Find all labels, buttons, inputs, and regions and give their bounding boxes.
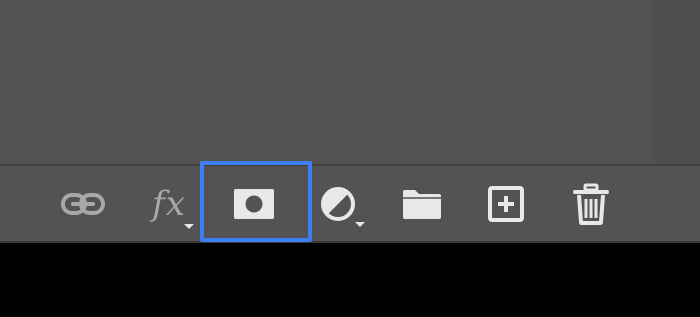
adjustment-menu-indicator — [355, 222, 365, 227]
delete-layer-button[interactable] — [563, 176, 619, 232]
fx-icon: fx — [152, 184, 186, 224]
trash-icon — [572, 183, 610, 225]
new-layer-button[interactable] — [478, 176, 534, 232]
layer-style-menu-indicator — [184, 224, 194, 229]
new-group-button[interactable] — [394, 176, 450, 232]
half-circle-icon — [320, 186, 356, 222]
link-icon — [59, 189, 107, 219]
layers-panel: fx — [0, 0, 700, 243]
plus-square-icon — [487, 185, 525, 223]
canvas-area — [0, 243, 700, 317]
layers-list-area — [0, 0, 700, 164]
folder-icon — [401, 187, 443, 221]
scrollbar-track[interactable] — [651, 0, 700, 164]
add-mask-button[interactable] — [226, 176, 282, 232]
mask-icon — [232, 187, 276, 221]
link-layers-button[interactable] — [55, 176, 111, 232]
